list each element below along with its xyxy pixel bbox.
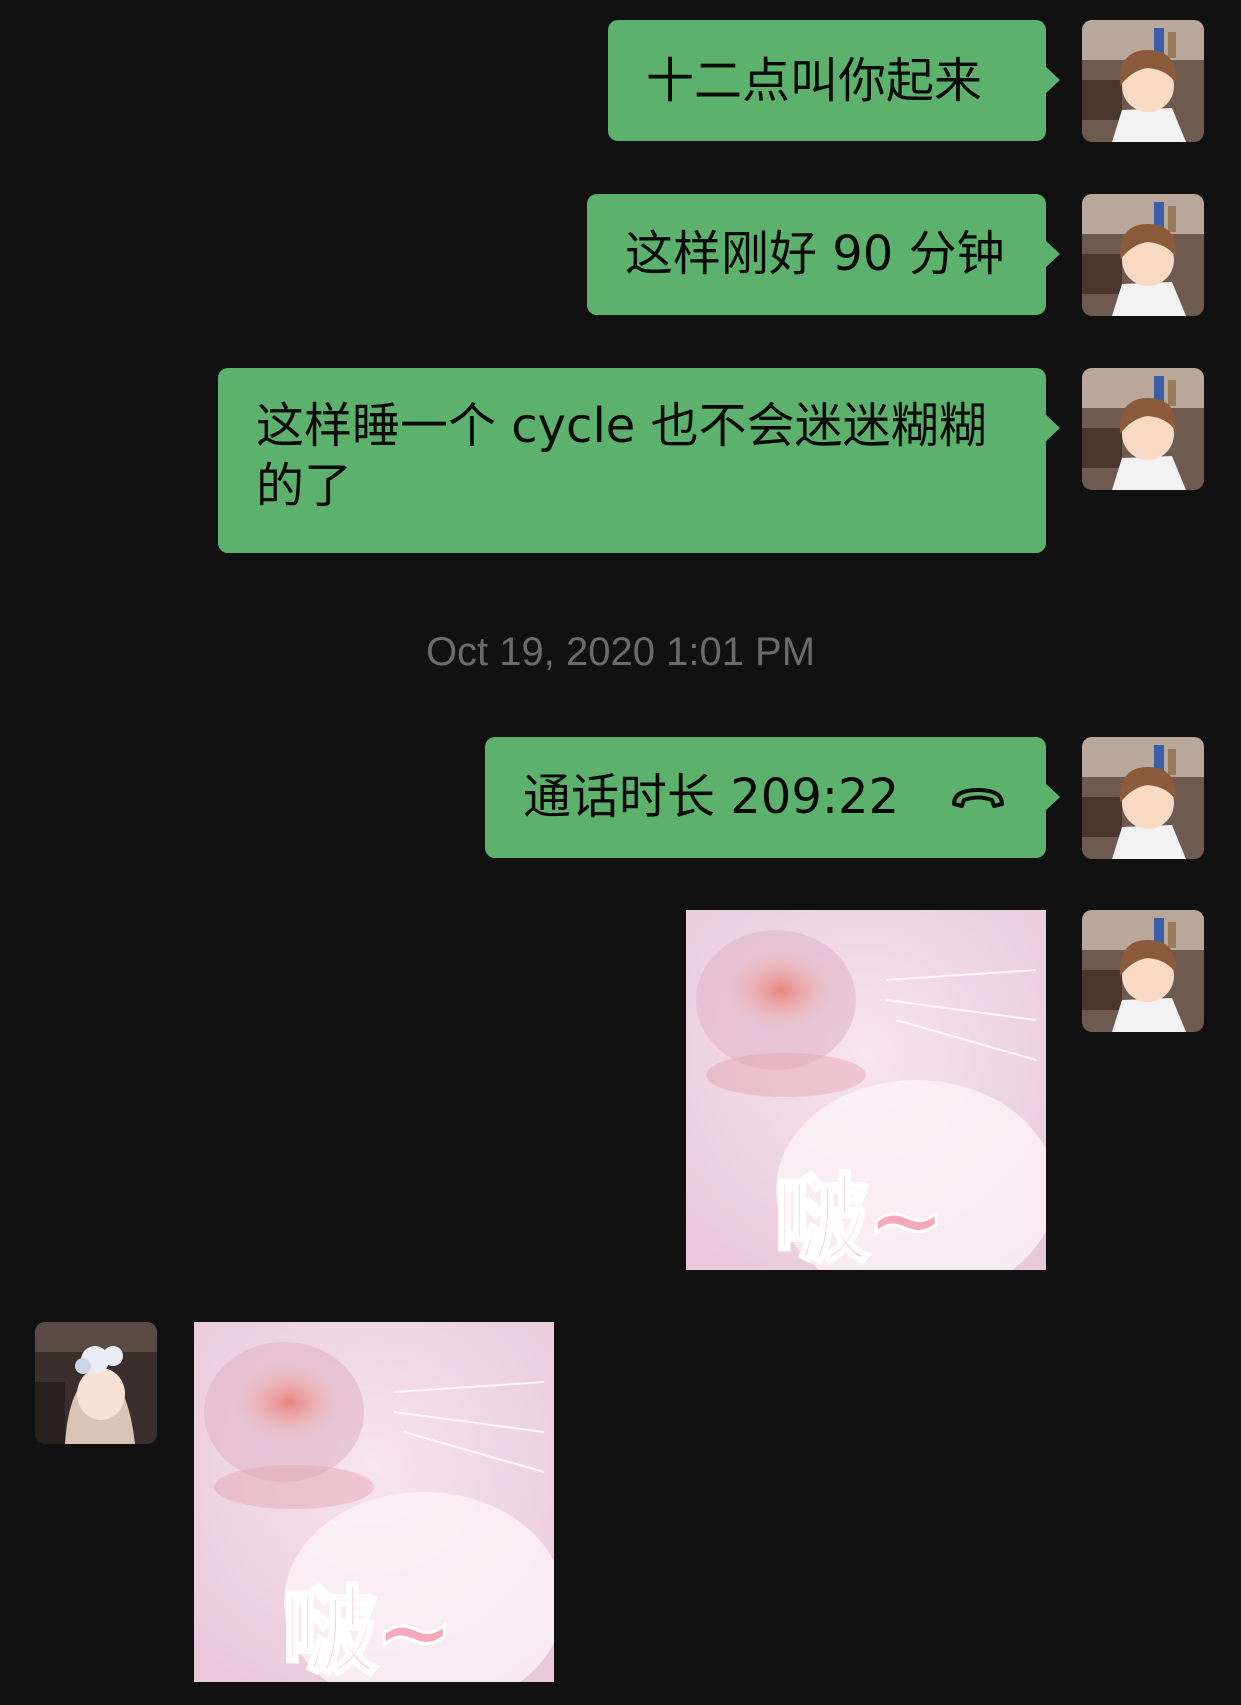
my-avatar[interactable] bbox=[1082, 368, 1204, 490]
anime-girl-avatar-icon bbox=[35, 1322, 157, 1444]
anime-boy-avatar-icon bbox=[1082, 20, 1204, 142]
call-record-bubble[interactable]: 通话时长 209:22 bbox=[485, 737, 1060, 858]
message-text: 这样刚好 90 分钟 bbox=[625, 226, 1005, 282]
message-text: 这样睡一个 cycle 也不会迷迷糊糊 的了 bbox=[256, 398, 987, 514]
anime-boy-avatar-icon bbox=[1082, 368, 1204, 490]
cat-sticker-image[interactable]: 啵~ bbox=[194, 1322, 554, 1682]
anime-boy-avatar-icon bbox=[1082, 737, 1204, 859]
contact-avatar[interactable] bbox=[35, 1322, 157, 1444]
my-avatar[interactable] bbox=[1082, 20, 1204, 142]
anime-boy-avatar-icon bbox=[1082, 194, 1204, 316]
sticker-caption: 啵~ bbox=[772, 1163, 947, 1271]
chat-timestamp: Oct 19, 2020 1:01 PM bbox=[425, 630, 816, 674]
message-text: 十二点叫你起来 bbox=[646, 53, 983, 109]
message-bubble-1[interactable]: 十二点叫你起来 bbox=[608, 20, 1060, 141]
message-bubble-2[interactable]: 这样刚好 90 分钟 bbox=[587, 194, 1060, 315]
cat-sticker-image[interactable]: 啵~ bbox=[686, 910, 1046, 1270]
call-duration-text: 通话时长 209:22 bbox=[523, 769, 900, 825]
phone-hangup-icon bbox=[948, 782, 1008, 812]
my-avatar[interactable] bbox=[1082, 194, 1204, 316]
message-bubble-3[interactable]: 这样睡一个 cycle 也不会迷迷糊糊 的了 bbox=[218, 368, 1060, 553]
my-avatar[interactable] bbox=[1082, 910, 1204, 1032]
my-avatar[interactable] bbox=[1082, 737, 1204, 859]
anime-boy-avatar-icon bbox=[1082, 910, 1204, 1032]
sticker-caption: 啵~ bbox=[280, 1575, 455, 1683]
